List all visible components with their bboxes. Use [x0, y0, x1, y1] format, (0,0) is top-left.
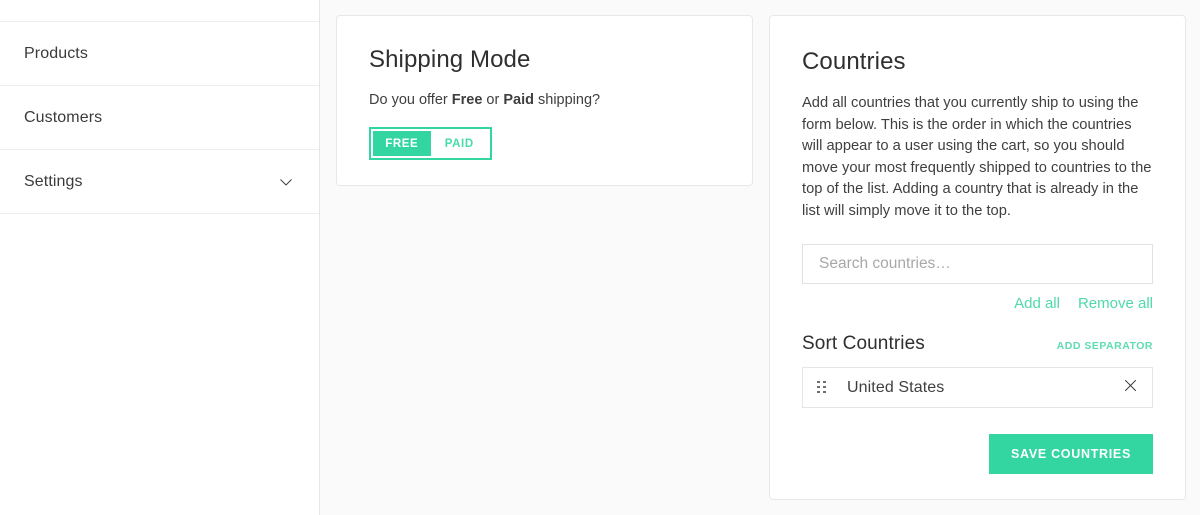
sidebar-item-label: Products	[24, 44, 88, 62]
sidebar-divider	[0, 213, 319, 214]
sidebar-item-label: Settings	[24, 172, 83, 190]
shipping-mode-toggle[interactable]: FREE PAID	[369, 127, 492, 161]
countries-title: Countries	[802, 48, 906, 75]
sidebar-item-settings[interactable]: Settings	[0, 149, 319, 213]
country-name: United States	[847, 378, 945, 396]
shipping-mode-question: Do you offer Free or Paid shipping?	[369, 90, 720, 111]
sort-countries-header: Sort Countries ADD SEPARATOR	[802, 333, 1153, 355]
question-bold-free: Free	[451, 92, 483, 108]
question-prefix: Do you offer	[369, 92, 452, 108]
close-icon[interactable]	[1123, 378, 1138, 398]
add-separator-button[interactable]: ADD SEPARATOR	[1057, 340, 1153, 355]
sidebar-item-label: Customers	[24, 108, 103, 126]
countries-bulk-actions: Add all Remove all	[802, 295, 1153, 312]
shipping-mode-card: Shipping Mode Do you offer Free or Paid …	[336, 15, 753, 186]
toggle-option-paid[interactable]: PAID	[430, 131, 488, 157]
remove-all-link[interactable]: Remove all	[1078, 295, 1153, 312]
shipping-mode-title: Shipping Mode	[369, 46, 531, 73]
question-middle: or	[482, 92, 504, 108]
app-root: Products Customers Settings Shipping Mod…	[0, 0, 1200, 515]
save-countries-button[interactable]: SAVE COUNTRIES	[989, 434, 1153, 474]
sidebar: Products Customers Settings	[0, 0, 320, 515]
search-countries-input[interactable]	[802, 244, 1153, 284]
add-all-link[interactable]: Add all	[1014, 295, 1060, 312]
toggle-option-free[interactable]: FREE	[373, 131, 431, 157]
sidebar-item-customers[interactable]: Customers	[0, 85, 319, 149]
chevron-down-icon	[277, 173, 295, 191]
country-list-item[interactable]: United States	[802, 367, 1153, 408]
countries-card: Countries Add all countries that you cur…	[769, 15, 1186, 500]
question-suffix: shipping?	[533, 92, 601, 108]
sort-countries-title: Sort Countries	[802, 333, 925, 354]
drag-handle-icon[interactable]	[817, 380, 826, 395]
save-row: SAVE COUNTRIES	[802, 434, 1153, 474]
main-content: Shipping Mode Do you offer Free or Paid …	[320, 0, 1200, 515]
question-bold-paid: Paid	[503, 92, 534, 108]
sidebar-item-products[interactable]: Products	[0, 21, 319, 85]
countries-description: Add all countries that you currently shi…	[802, 95, 1152, 219]
